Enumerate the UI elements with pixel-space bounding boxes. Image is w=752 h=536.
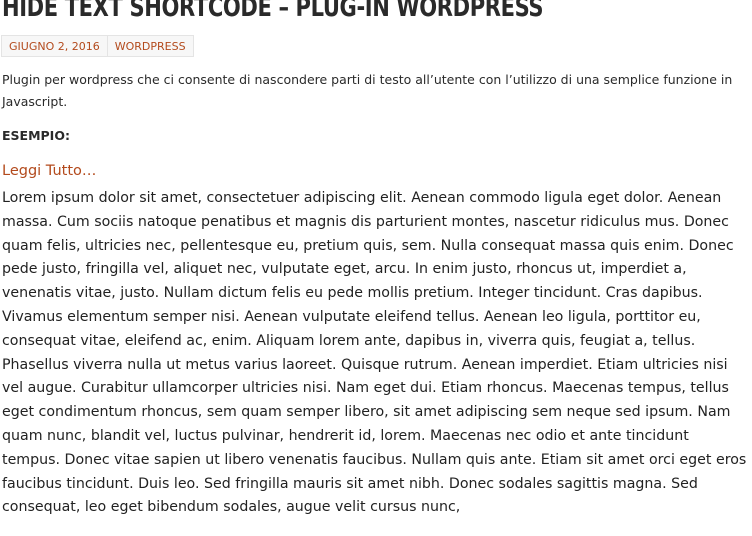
post-meta: Giugno 2, 2016 WordPress bbox=[1, 35, 194, 57]
post-category-link[interactable]: WordPress bbox=[107, 35, 194, 57]
hidden-text-body: Lorem ipsum dolor sit amet, consectetuer… bbox=[2, 190, 747, 516]
post-intro: Plugin per wordpress che ci consente di … bbox=[2, 72, 733, 109]
page: Hide Text Shortcode – Plug-in WordPress … bbox=[0, 0, 752, 536]
post-title[interactable]: Hide Text Shortcode – Plug-in WordPress bbox=[2, 0, 544, 23]
example-heading: ESEMPIO: bbox=[2, 128, 70, 143]
read-more-link[interactable]: Leggi Tutto… bbox=[2, 163, 96, 179]
post-date-link[interactable]: Giugno 2, 2016 bbox=[1, 35, 108, 57]
